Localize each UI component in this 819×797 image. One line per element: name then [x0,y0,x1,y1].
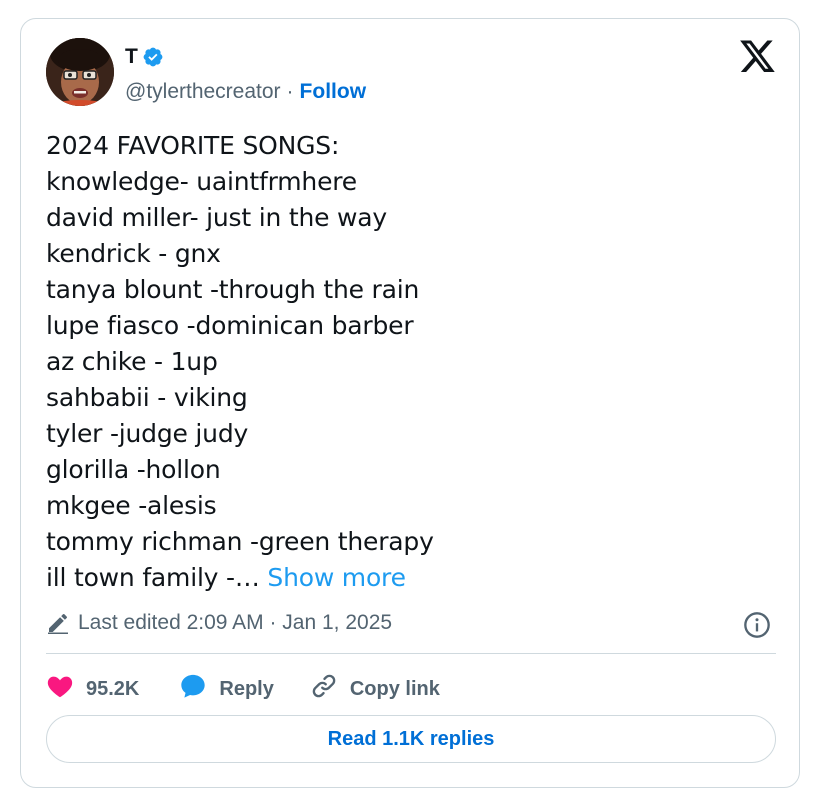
tweet-line: tyler -judge judy [46,419,249,448]
tweet-line: mkgee -alesis [46,491,217,520]
action-bar: 95.2K Reply Copy link [46,672,440,706]
follow-button[interactable]: Follow [300,79,367,105]
author-handle-row: @tylerthecreator · Follow [125,79,366,105]
separator-dot: · [286,80,294,103]
info-icon[interactable] [743,611,771,639]
reply-button[interactable]: Reply [179,672,274,706]
heart-icon [46,672,74,706]
tweet-line: david miller- just in the way [46,203,388,232]
x-logo-icon[interactable] [740,40,776,74]
show-more-link[interactable]: Show more [267,563,406,592]
tweet-line: tanya blount -through the rain [46,275,420,304]
last-edited-text[interactable]: Last edited 2:09 AM · Jan 1, 2025 [78,611,392,635]
tweet-text: 2024 FAVORITE SONGS: knowledge- uaintfrm… [46,128,776,596]
tweet-line: 2024 FAVORITE SONGS: [46,131,340,160]
tweet-embed-card: T @tylerthecreator · Follow 2024 FAVORIT… [20,18,800,788]
read-replies-button[interactable]: Read 1.1K replies [46,715,776,763]
handle[interactable]: @tylerthecreator [125,79,281,105]
tweet-last-line: ill town family -… Show more [46,560,776,596]
tweet-line-truncated: ill town family -… [46,563,260,592]
tweet-line: tommy richman -green therapy [46,527,434,556]
link-icon [310,672,338,706]
tweet-line: lupe fiasco -dominican barber [46,311,414,340]
like-button[interactable]: 95.2K [46,672,139,706]
tweet-line: sahbabii - viking [46,383,248,412]
avatar[interactable] [46,38,114,106]
tweet-line: kendrick - gnx [46,239,221,268]
tweet-line: knowledge- uaintfrmhere [46,167,357,196]
reply-bubble-icon [179,672,207,706]
author-name-row: T [125,44,164,70]
copy-link-button[interactable]: Copy link [310,672,440,706]
avatar-image [46,38,114,106]
pencil-icon [46,611,70,635]
tweet-line: glorilla -hollon [46,455,221,484]
tweet-line: az chike - 1up [46,347,218,376]
copy-link-label: Copy link [349,677,440,700]
reply-label: Reply [219,677,274,700]
like-count: 95.2K [86,677,140,700]
edited-info-row[interactable]: Last edited 2:09 AM · Jan 1, 2025 [46,611,392,635]
verified-badge-icon [142,46,164,68]
display-name[interactable]: T [125,44,138,70]
divider [46,653,776,654]
